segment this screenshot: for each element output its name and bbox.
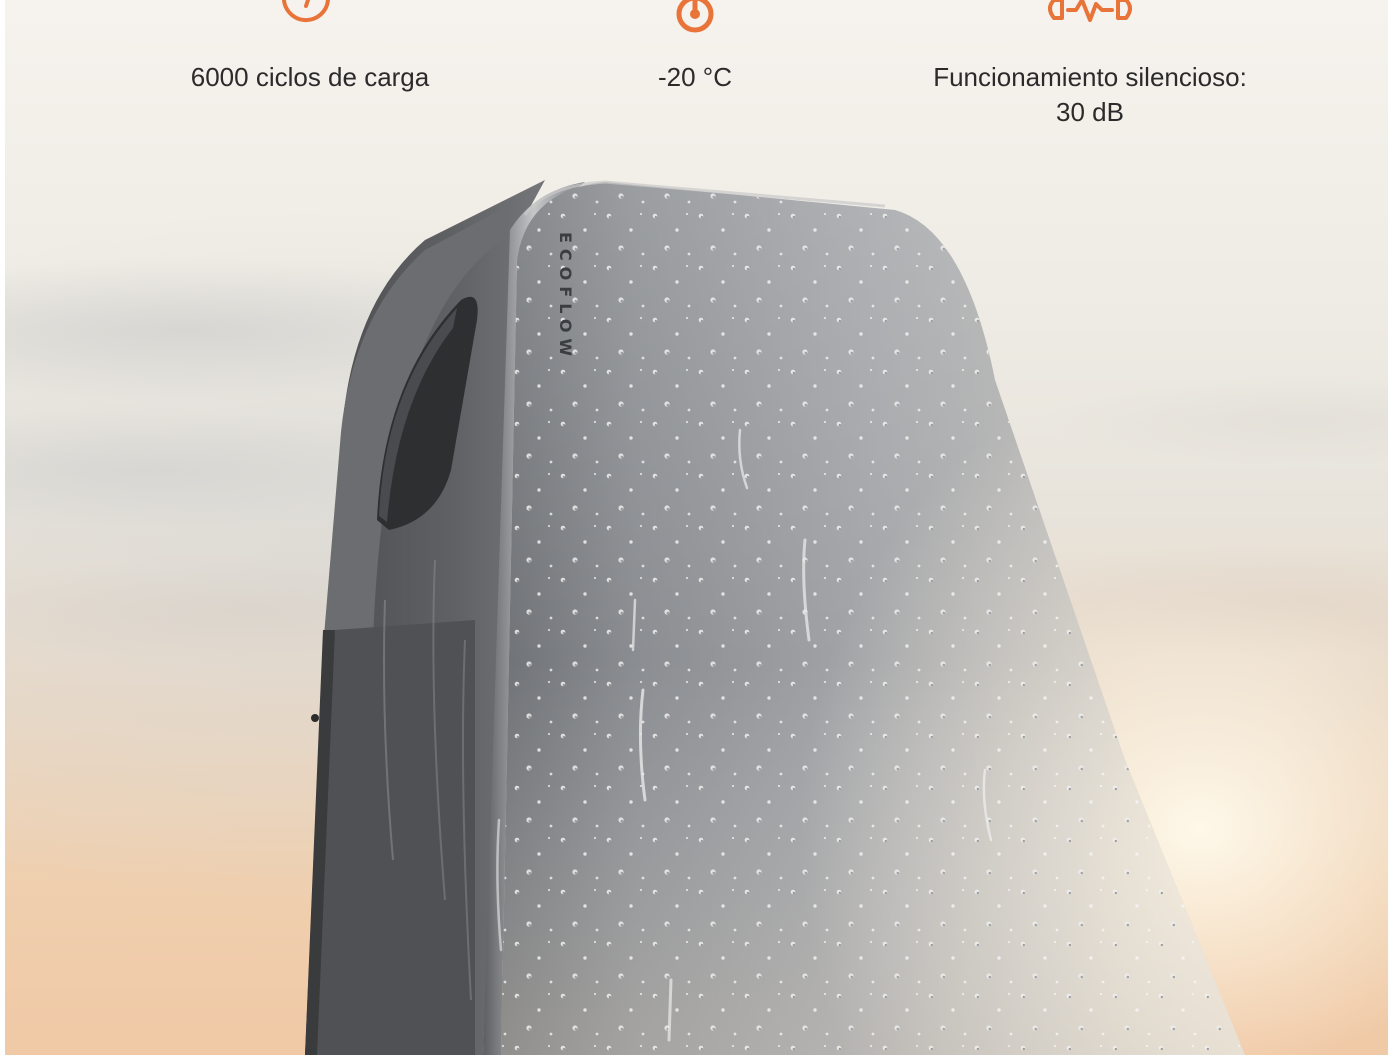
brand-logo: ECOFLOW [556,232,575,363]
product-photo: 6000 ciclos de carga -20 °C Funcionamien… [5,0,1388,1055]
image-border [1388,0,1395,1055]
power-station-device [305,180,1245,1055]
